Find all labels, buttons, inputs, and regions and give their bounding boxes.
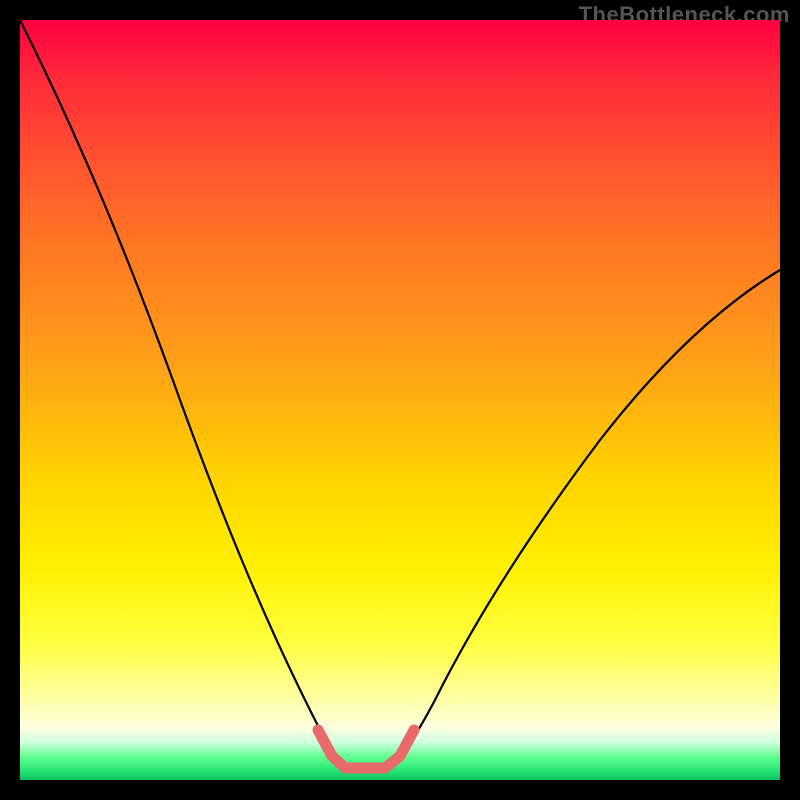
- curve-svg: [20, 20, 780, 780]
- chart-frame: TheBottleneck.com: [0, 0, 800, 800]
- bottleneck-curve: [20, 20, 780, 768]
- plot-area: [20, 20, 780, 780]
- highlight-bottom: [318, 730, 414, 768]
